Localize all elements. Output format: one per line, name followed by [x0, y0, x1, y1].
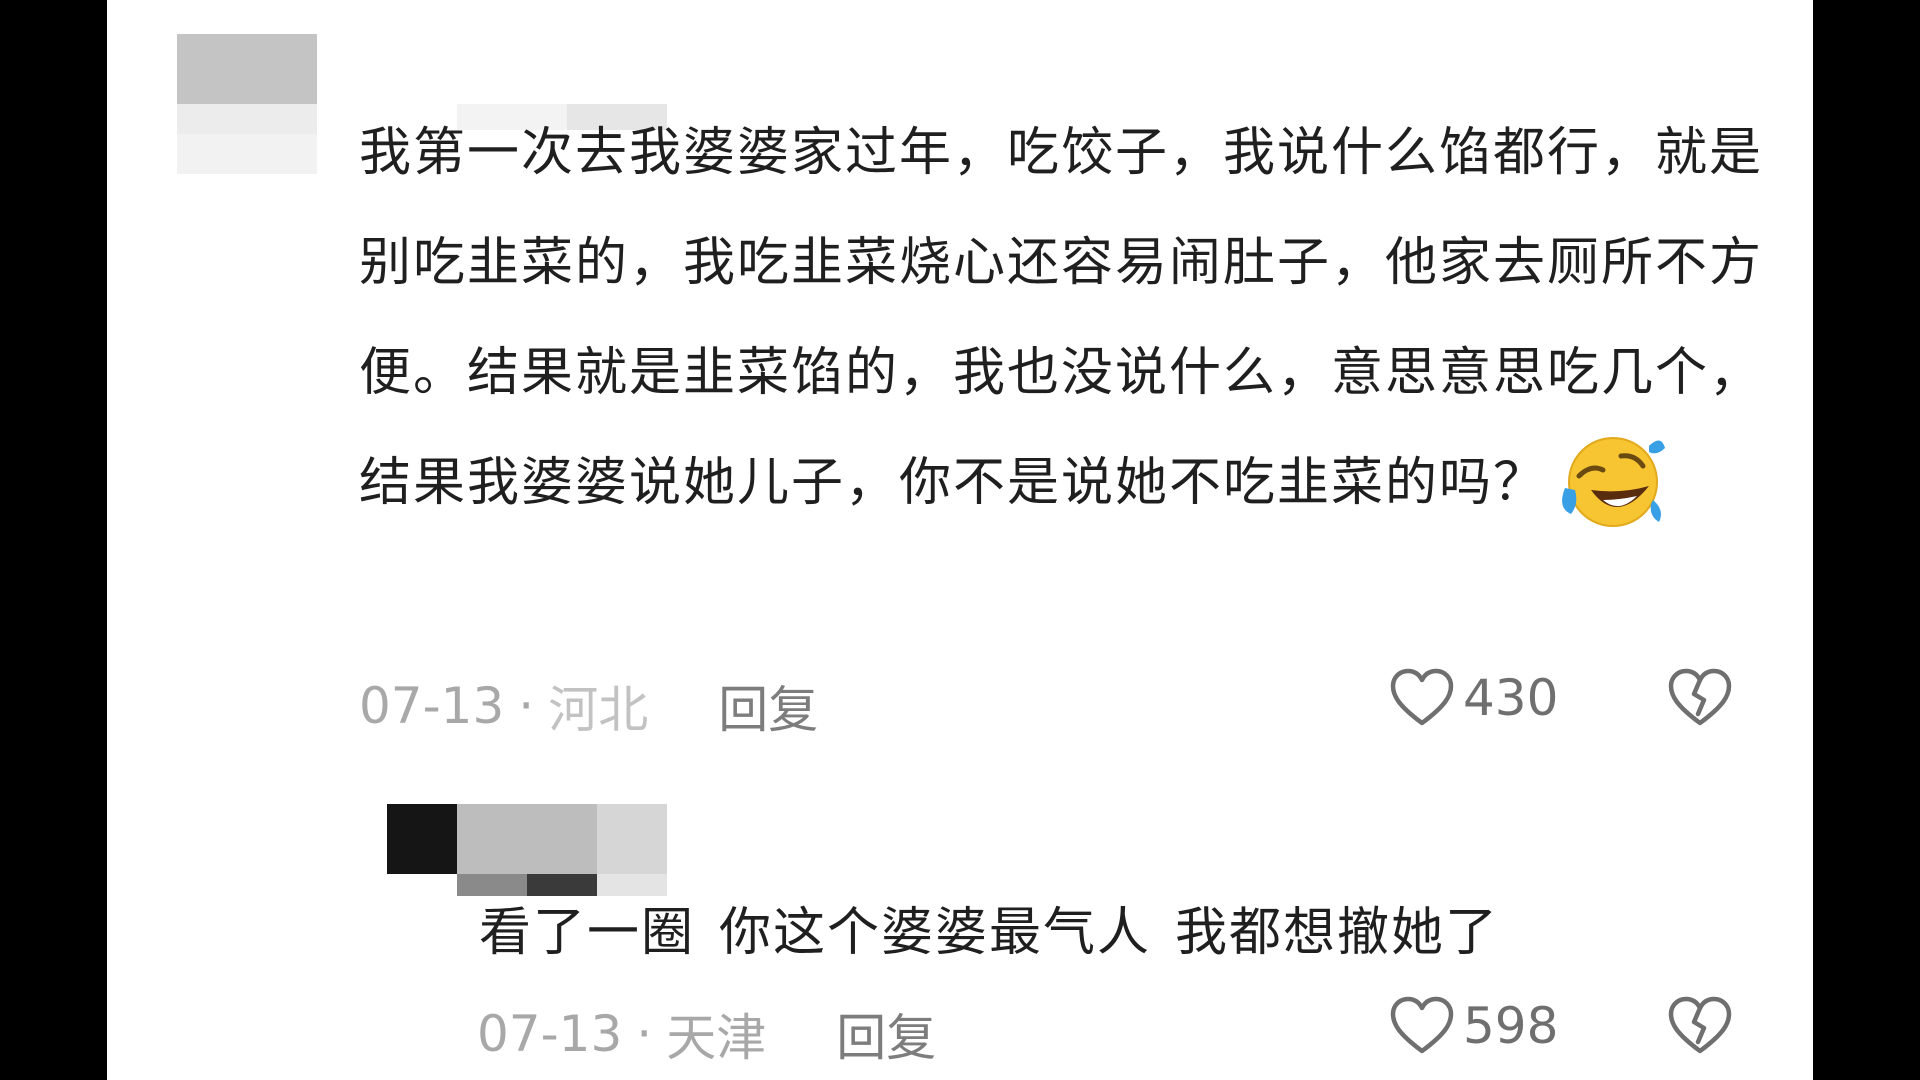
- reply-like-button[interactable]: 598: [1389, 996, 1558, 1056]
- comment-text: 我第一次去我婆婆家过年，吃饺子，我说什么馅都行，就是别吃韭菜的，我吃韭菜烧心还容…: [359, 98, 1779, 538]
- like-button[interactable]: 430: [1389, 668, 1558, 728]
- reply-text-part: 我都想撤她了: [1175, 903, 1500, 963]
- comment-location: 河北: [548, 681, 649, 739]
- reply-text: 看了一圈 你这个婆婆最气人 我都想撤她了: [479, 890, 1499, 965]
- heart-outline-icon: [1390, 996, 1454, 1054]
- rolling-on-floor-laughing-emoji-icon: [1557, 430, 1667, 530]
- broken-heart-icon: [1668, 668, 1732, 726]
- reply-reply-button[interactable]: 回复: [836, 998, 936, 1070]
- broken-heart-icon: [1668, 996, 1732, 1054]
- reply-button[interactable]: 回复: [718, 670, 818, 742]
- reply-text-part: 看了一圈: [479, 903, 696, 963]
- meta-separator: ·: [518, 677, 535, 735]
- reply-text-part: 你这个婆婆最气人: [719, 903, 1152, 963]
- reply-meta: 07-13 · 天津 回复: [477, 998, 936, 1070]
- comment-text-content: 我第一次去我婆婆家过年，吃饺子，我说什么馅都行，就是别吃韭菜的，我吃韭菜烧心还容…: [359, 123, 1764, 513]
- heart-outline-icon: [1390, 668, 1454, 726]
- avatar-censored[interactable]: [177, 34, 317, 174]
- reply-date: 07-13: [477, 1005, 623, 1063]
- meta-separator: ·: [636, 1005, 653, 1063]
- comment-screenshot: 我第一次去我婆婆家过年，吃饺子，我说什么馅都行，就是别吃韭菜的，我吃韭菜烧心还容…: [107, 0, 1813, 1080]
- like-count: 430: [1463, 669, 1559, 727]
- reply-dislike-button[interactable]: [1667, 996, 1733, 1060]
- dislike-button[interactable]: [1667, 668, 1733, 732]
- comment-meta: 07-13 · 河北 回复: [359, 670, 818, 742]
- comment-date: 07-13: [359, 677, 505, 735]
- reply-location: 天津: [666, 1009, 767, 1067]
- reply-avatar-censored[interactable]: [387, 804, 727, 904]
- reply-like-count: 598: [1463, 997, 1559, 1055]
